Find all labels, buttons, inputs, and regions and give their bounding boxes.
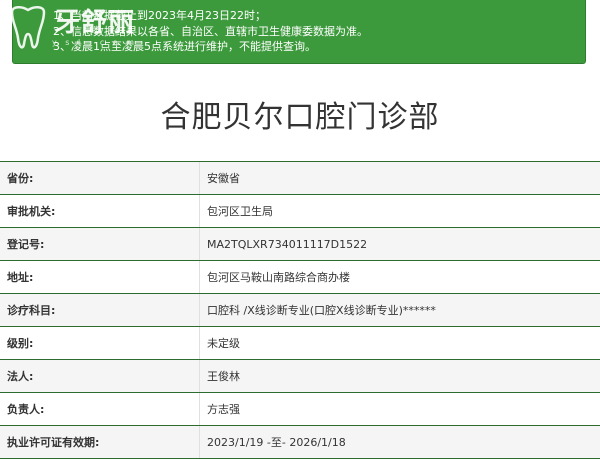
notice-banner: 1、当前数据截止到2023年4月23日22时； 2、信息数据结果以各省、自治区、… — [12, 0, 586, 64]
table-row-person-in-charge: 负责人: 方志强 — [0, 393, 600, 426]
info-table: 省份: 安徽省 审批机关: 包河区卫生局 登记号: MA2TQLXR734011… — [0, 161, 600, 459]
row-value: 安徽省 — [207, 172, 240, 185]
table-row-approval-authority: 审批机关: 包河区卫生局 — [0, 195, 600, 228]
row-value: 2023/1/19 -至- 2026/1/18 — [207, 436, 346, 449]
row-label: 负责人: — [0, 393, 200, 425]
page-title: 合肥贝尔口腔门诊部 — [160, 100, 440, 135]
table-row-registration-number: 登记号: MA2TQLXR734011117D1522 — [0, 228, 600, 261]
notice-line-1: 1、当前数据截止到2023年4月23日22时； — [53, 9, 266, 22]
row-value: 未定级 — [207, 337, 240, 350]
row-label: 执业许可证有效期: — [0, 426, 200, 458]
table-row-province: 省份: 安徽省 — [0, 162, 600, 195]
table-row-address: 地址: 包河区马鞍山南路综合商办楼 — [0, 261, 600, 294]
row-label: 诊疗科目: — [0, 294, 200, 326]
notice-line-2: 2、信息数据结果以各省、自治区、直辖市卫生健康委数据为准。 — [53, 24, 368, 38]
table-row-legal-person: 法人: 王俊林 — [0, 360, 600, 393]
row-label: 登记号: — [0, 228, 200, 260]
table-row-level: 级别: 未定级 — [0, 327, 600, 360]
row-label: 法人: — [0, 360, 200, 392]
row-value: 王俊林 — [207, 370, 240, 383]
row-label: 级别: — [0, 327, 200, 359]
row-value: 包河区卫生局 — [207, 205, 273, 218]
table-row-departments: 诊疗科目: 口腔科 /X线诊断专业(口腔X线诊断专业)****** — [0, 294, 600, 327]
row-label: 省份: — [0, 162, 200, 194]
row-label: 审批机关: — [0, 195, 200, 227]
row-label: 地址: — [0, 261, 200, 293]
row-value: 包河区马鞍山南路综合商办楼 — [207, 271, 350, 284]
notice-line-3: 3、凌晨1点至凌晨5点系统进行维护，不能提供查询。 — [53, 40, 316, 53]
row-value: 方志强 — [207, 403, 240, 416]
row-value: MA2TQLXR734011117D1522 — [207, 237, 368, 251]
table-row-license-validity: 执业许可证有效期: 2023/1/19 -至- 2026/1/18 — [0, 426, 600, 459]
row-value: 口腔科 /X线诊断专业(口腔X线诊断专业)****** — [207, 304, 436, 317]
